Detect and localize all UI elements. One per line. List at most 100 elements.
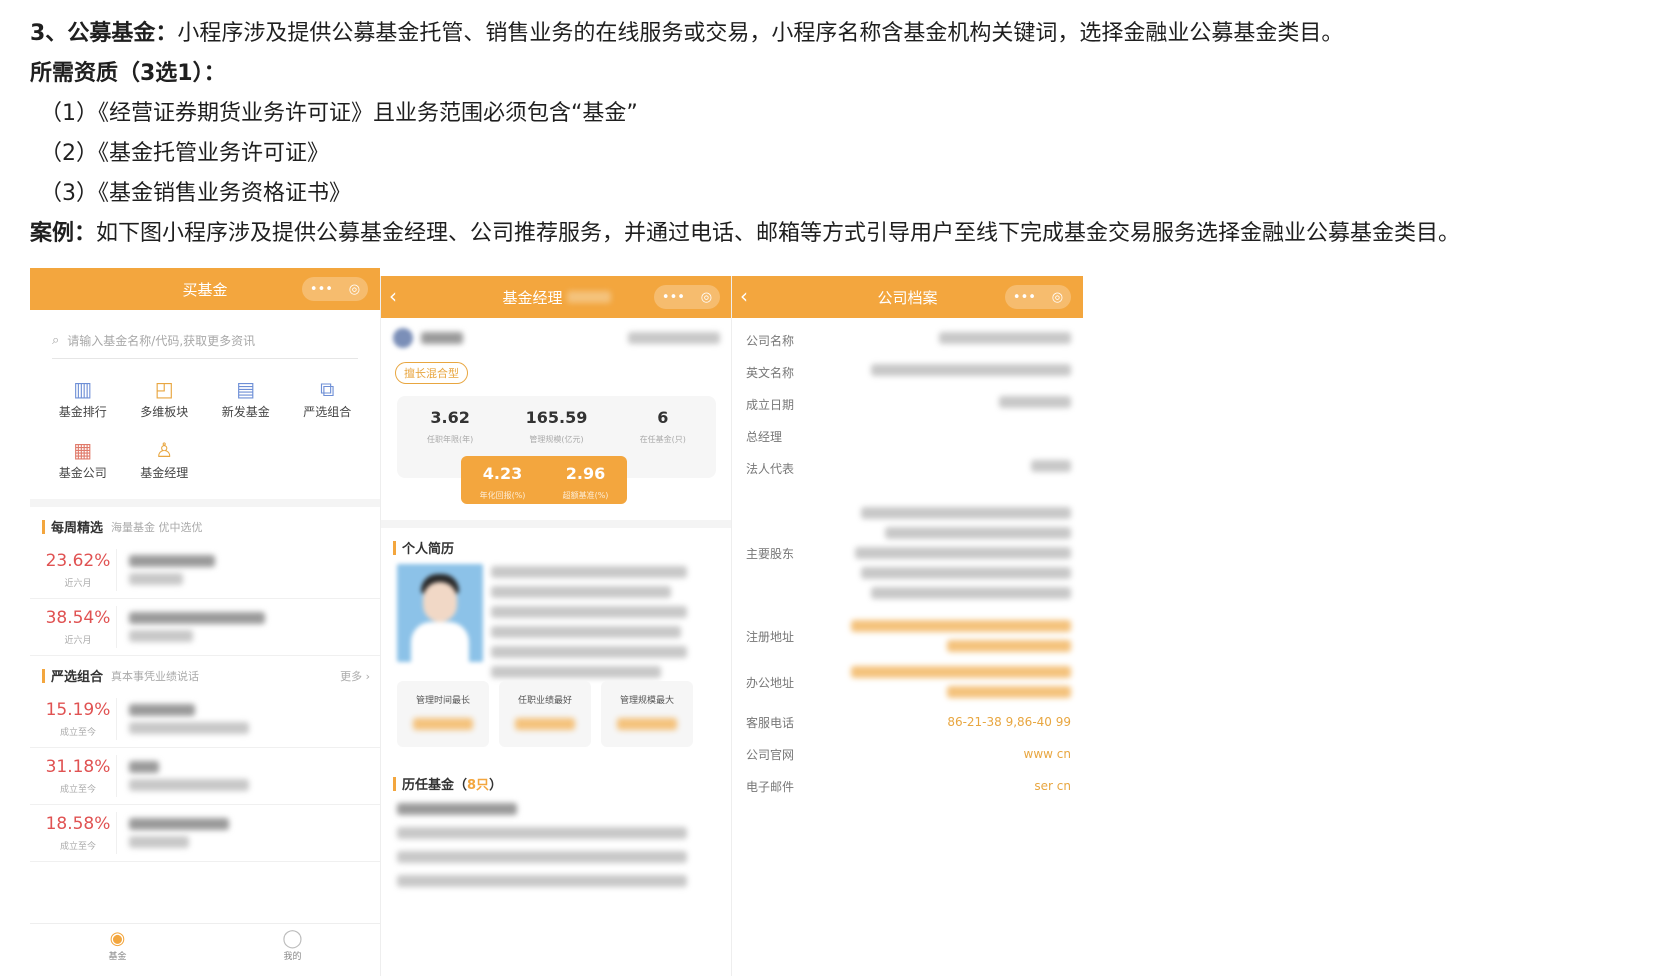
- more-icon[interactable]: •••: [1013, 290, 1036, 305]
- return-value: 38.54%: [45, 607, 111, 628]
- grid-item-sectors[interactable]: ◰ 多维板块: [124, 377, 206, 420]
- blurred-text: [129, 722, 249, 734]
- blurred-text: [129, 818, 229, 830]
- back-icon[interactable]: ‹: [389, 284, 397, 308]
- grid-item-fund-company[interactable]: ▦ 基金公司: [42, 438, 124, 481]
- blurred-text: [939, 332, 1071, 344]
- stat-value: 165.59: [525, 408, 588, 427]
- blurred-text: [491, 606, 687, 618]
- more-link[interactable]: 更多 ›: [340, 668, 370, 684]
- hotline-value[interactable]: 86-21-38 9,86-40 99: [836, 715, 1083, 729]
- return-period: 近六月: [64, 578, 92, 589]
- blurred-text: [129, 836, 189, 848]
- field-row: 电子邮件 ser cn: [732, 770, 1083, 802]
- blurred-text: [397, 803, 517, 815]
- blurred-text: [851, 620, 1071, 632]
- field-key: 公司官网: [746, 747, 795, 762]
- blurred-text: [947, 686, 1071, 698]
- field-key: 客服电话: [746, 715, 795, 730]
- return-cell: 31.18% 成立至今: [40, 757, 116, 796]
- section-weekly: 每周精选 海量基金 优中选优: [30, 507, 380, 542]
- fund-row[interactable]: 18.58% 成立至今: [30, 805, 380, 862]
- fund-info-blurred: [116, 812, 229, 854]
- grid-item-fund-rank[interactable]: ▥ 基金排行: [42, 377, 124, 420]
- nav-title: 基金经理: [502, 288, 563, 307]
- menu-capsule[interactable]: ••• ◎: [302, 277, 368, 301]
- section-title: 每周精选: [51, 521, 104, 536]
- case-text: 如下图小程序涉及提供公募基金经理、公司推荐服务，并通过电话、邮箱等方式引导用户至…: [96, 221, 1461, 246]
- stat-label: 任职年限(年): [427, 435, 474, 444]
- blurred-text: [1031, 460, 1071, 472]
- blurred-text: [129, 612, 265, 624]
- highlight-box: 4.23 年化回报(%) 2.96 超额基准(%): [461, 456, 627, 504]
- grid-label: 基金公司: [58, 466, 107, 480]
- section-subtitle: 真本事凭业绩说话: [111, 669, 200, 683]
- section-accent: [393, 540, 396, 555]
- blurred-text: [491, 646, 687, 658]
- ranking-card[interactable]: 管理时间最长: [397, 681, 489, 747]
- card-label: 管理时间最长: [415, 696, 470, 706]
- ranking-card[interactable]: 管理规模最大: [601, 681, 693, 747]
- section-accent: [42, 519, 45, 534]
- blurred-text: [566, 291, 611, 303]
- fund-row[interactable]: 31.18% 成立至今: [30, 748, 380, 805]
- more-icon[interactable]: •••: [310, 282, 333, 297]
- blurred-text: [413, 718, 473, 730]
- field-row: 客服电话 86-21-38 9,86-40 99: [732, 706, 1083, 738]
- fund-info-blurred: [116, 755, 249, 797]
- menu-capsule[interactable]: ••• ◎: [1005, 285, 1071, 309]
- blurred-text: [617, 718, 677, 730]
- resume-text-blurred: [491, 566, 691, 678]
- portfolio-icon: ⧉: [320, 377, 335, 401]
- fund-row[interactable]: 23.62% 近六月: [30, 542, 380, 599]
- divider: [381, 520, 732, 528]
- qualification-item: （3）《基金销售业务资格证书》: [40, 181, 351, 206]
- fund-row[interactable]: 38.54% 近六月: [30, 599, 380, 656]
- blurred-text: [515, 718, 575, 730]
- close-circle-icon[interactable]: ◎: [349, 282, 360, 297]
- new-fund-icon: ▤: [236, 377, 256, 401]
- search-input[interactable]: ⌕ 请输入基金名称/代码,获取更多资讯: [52, 322, 358, 359]
- return-cell: 18.58% 成立至今: [40, 814, 116, 853]
- board-icon: ◰: [154, 377, 174, 401]
- menu-capsule[interactable]: ••• ◎: [654, 285, 720, 309]
- grid-item-portfolio[interactable]: ⧉ 严选组合: [287, 377, 369, 420]
- fund-row[interactable]: 15.19% 成立至今: [30, 691, 380, 748]
- stat-label: 年化回报(%): [479, 491, 526, 500]
- field-row: 办公地址: [732, 658, 1083, 706]
- field-key: 注册地址: [746, 629, 795, 644]
- field-key: 总经理: [746, 430, 783, 444]
- blurred-text: [129, 555, 215, 567]
- fund-info-blurred: [116, 698, 249, 740]
- bar-chart-icon: ▥: [73, 377, 93, 401]
- blurred-text: [397, 827, 687, 839]
- history-funds: 历任基金（ 8只）: [381, 764, 732, 891]
- close-circle-icon[interactable]: ◎: [1052, 290, 1063, 305]
- website-value[interactable]: www cn: [836, 747, 1083, 761]
- heading-title: 公募基金：: [67, 21, 178, 46]
- section-history: 历任基金（ 8只）: [381, 764, 732, 799]
- blurred-text: [491, 626, 681, 638]
- stat-value: 4.23: [482, 464, 523, 483]
- ranking-card[interactable]: 任职业绩最好: [499, 681, 591, 747]
- field-key: 成立日期: [746, 398, 795, 412]
- tab-mine[interactable]: ◯ 我的: [205, 924, 380, 968]
- tab-fund[interactable]: ◉ 基金: [30, 924, 205, 968]
- blurred-text: [491, 586, 671, 598]
- manager-icon: ♙: [155, 438, 174, 462]
- stat-value: 3.62: [430, 408, 470, 427]
- grid-item-fund-manager[interactable]: ♙ 基金经理: [124, 438, 206, 481]
- email-value[interactable]: ser cn: [836, 779, 1083, 793]
- stats-box: 3.62 任职年限(年) 165.59 管理规模(亿元) 6 在任基金(只) 4.23…: [397, 396, 716, 504]
- back-icon[interactable]: ‹: [740, 284, 748, 308]
- more-icon[interactable]: •••: [662, 290, 685, 305]
- grid-item-new-fund[interactable]: ▤ 新发基金: [205, 377, 287, 420]
- document-body: 3、公募基金：小程序涉及提供公募基金托管、销售业务的在线服务或交易，小程序名称含…: [30, 14, 1640, 254]
- blurred-text: [861, 507, 1071, 519]
- stat-value: 2.96: [565, 464, 606, 483]
- section-title: 严选组合: [51, 670, 104, 685]
- close-circle-icon[interactable]: ◎: [701, 290, 712, 305]
- qualification-title-text: 所需资质（3选1）：: [30, 61, 226, 86]
- section-subtitle: 海量基金 优中选优: [111, 520, 203, 534]
- section-strict: 严选组合 真本事凭业绩说话 更多 ›: [30, 656, 380, 691]
